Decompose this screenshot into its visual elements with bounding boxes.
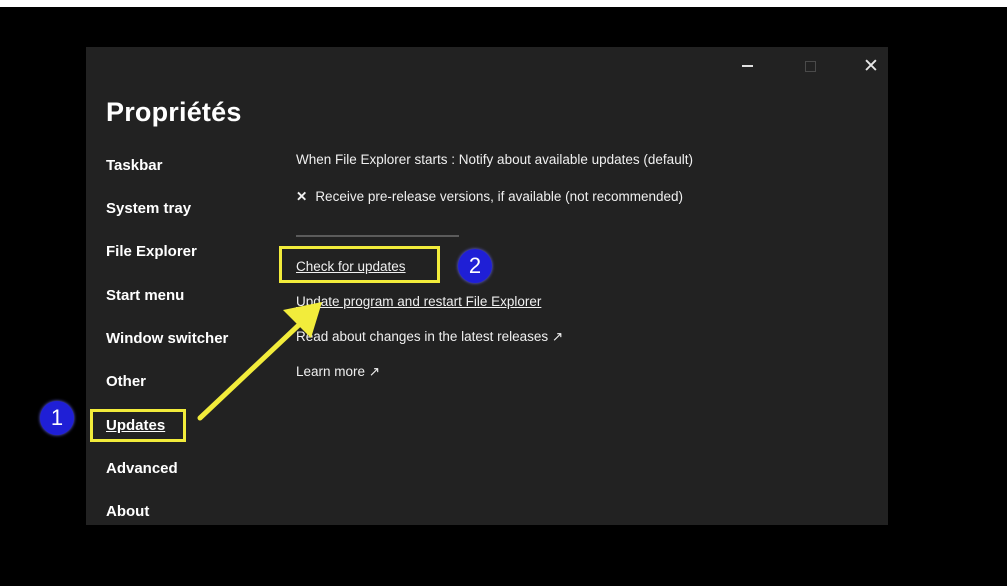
sidebar-item-system-tray[interactable]: System tray [106,200,191,217]
sidebar-item-advanced[interactable]: Advanced [106,460,178,477]
page-title: Propriétés [106,97,242,127]
sidebar-item-other[interactable]: Other [106,373,146,390]
maximize-icon [804,60,816,72]
sidebar-item-file-explorer[interactable]: File Explorer [106,243,197,260]
close-button[interactable]: ✕ [860,55,882,77]
properties-window: ✕ Propriétés Taskbar System tray File Ex… [86,47,888,525]
minimize-button[interactable] [736,55,758,77]
divider [296,235,459,237]
minimize-icon [741,65,753,67]
sidebar-item-start-menu[interactable]: Start menu [106,287,184,304]
sidebar-item-about[interactable]: About [106,503,149,520]
screen-top-edge [0,0,1007,7]
prerelease-label: Receive pre-release versions, if availab… [315,189,683,204]
prerelease-option[interactable]: ✕ Receive pre-release versions, if availa… [296,189,683,205]
check-updates-highlight-box [279,246,440,283]
step-2-badge: 2 [458,249,492,283]
release-notes-link[interactable]: Read about changes in the latest release… [296,329,563,345]
sidebar-item-window-switcher[interactable]: Window switcher [106,330,228,347]
step-1-badge: 1 [40,401,74,435]
close-icon: ✕ [863,55,879,77]
update-restart-link[interactable]: Update program and restart File Explorer [296,294,541,309]
startup-update-option[interactable]: When File Explorer starts : Notify about… [296,152,693,167]
unchecked-x-icon: ✕ [296,189,308,204]
maximize-button[interactable] [799,55,821,77]
sidebar-item-taskbar[interactable]: Taskbar [106,157,162,174]
updates-highlight-box [90,409,186,442]
learn-more-link[interactable]: Learn more ↗ [296,364,380,380]
